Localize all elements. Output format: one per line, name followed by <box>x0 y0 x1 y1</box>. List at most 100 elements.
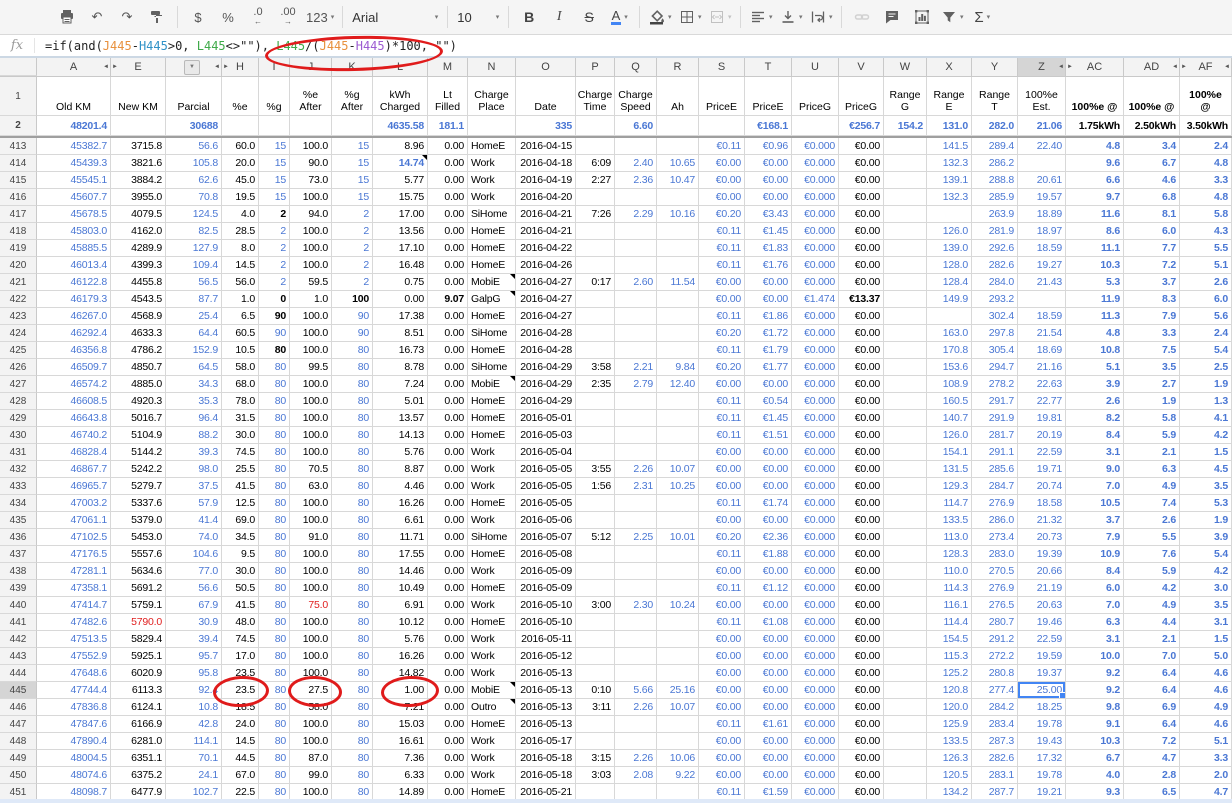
cell-S427[interactable]: €0.00 <box>699 376 745 393</box>
cell-Z429[interactable]: 19.81 <box>1018 410 1066 427</box>
cell-P437[interactable] <box>576 546 615 563</box>
row-header-424[interactable]: 424 <box>0 325 37 342</box>
cell-W437[interactable] <box>884 546 927 563</box>
cell-X418[interactable]: 126.0 <box>927 223 972 240</box>
cell-Y450[interactable]: 283.1 <box>972 767 1018 784</box>
cell-W438[interactable] <box>884 563 927 580</box>
cell-A438[interactable]: 47281.1 <box>37 563 111 580</box>
row-header-437[interactable]: 437 <box>0 546 37 563</box>
column-header-P[interactable]: P <box>576 58 615 76</box>
cell-X415[interactable]: 139.1 <box>927 172 972 189</box>
font-size-select[interactable]: 10▾ <box>453 5 503 29</box>
cell-X2[interactable]: 131.0 <box>927 116 972 136</box>
fill-handle[interactable] <box>1059 692 1066 699</box>
cell-AF432[interactable]: 4.5 <box>1180 461 1232 478</box>
cell-J1[interactable]: %e After <box>290 77 332 116</box>
cell-S441[interactable]: €0.11 <box>699 614 745 631</box>
cell-R420[interactable] <box>657 257 699 274</box>
cell-S429[interactable]: €0.11 <box>699 410 745 427</box>
cell-H425[interactable]: 10.5 <box>222 342 259 359</box>
cell-L424[interactable]: 8.51 <box>373 325 428 342</box>
cell-V431[interactable]: €0.00 <box>839 444 884 461</box>
column-header-I[interactable]: I <box>259 58 290 76</box>
cell-Z449[interactable]: 17.32 <box>1018 750 1066 767</box>
cell-N432[interactable]: Work <box>468 461 516 478</box>
cell-J432[interactable]: 70.5 <box>290 461 332 478</box>
cell-U433[interactable]: €0.000 <box>792 478 839 495</box>
cell-U435[interactable]: €0.000 <box>792 512 839 529</box>
cell-G434[interactable]: 57.9 <box>166 495 222 512</box>
cell-X448[interactable]: 133.5 <box>927 733 972 750</box>
cell-Q419[interactable] <box>615 240 657 257</box>
cell-U440[interactable]: €0.000 <box>792 597 839 614</box>
cell-AD420[interactable]: 7.2 <box>1124 257 1180 274</box>
cell-E417[interactable]: 4079.5 <box>111 206 166 223</box>
cell-I445[interactable]: 80 <box>259 682 290 699</box>
cell-R421[interactable]: 11.54 <box>657 274 699 291</box>
cell-R1[interactable]: Ah <box>657 77 699 116</box>
cell-O425[interactable]: 2016-04-28 <box>516 342 576 359</box>
cell-A439[interactable]: 47358.1 <box>37 580 111 597</box>
cell-AC431[interactable]: 3.1 <box>1066 444 1124 461</box>
cell-M413[interactable]: 0.00 <box>428 138 468 155</box>
row-header-422[interactable]: 422 <box>0 291 37 308</box>
cell-G444[interactable]: 95.8 <box>166 665 222 682</box>
cell-V443[interactable]: €0.00 <box>839 648 884 665</box>
cell-AF439[interactable]: 3.0 <box>1180 580 1232 597</box>
fill-color-button[interactable]: ▾ <box>645 5 675 29</box>
cell-T439[interactable]: €1.12 <box>745 580 792 597</box>
cell-Z445[interactable]: 25.00 <box>1018 682 1066 699</box>
vertical-align-button[interactable]: ▾ <box>776 5 806 29</box>
cell-G442[interactable]: 39.4 <box>166 631 222 648</box>
cell-AC421[interactable]: 5.3 <box>1066 274 1124 291</box>
cell-M416[interactable]: 0.00 <box>428 189 468 206</box>
row-header-420[interactable]: 420 <box>0 257 37 274</box>
cell-J431[interactable]: 100.0 <box>290 444 332 461</box>
cell-T443[interactable]: €0.00 <box>745 648 792 665</box>
row-header-429[interactable]: 429 <box>0 410 37 427</box>
cell-L435[interactable]: 6.61 <box>373 512 428 529</box>
cell-V439[interactable]: €0.00 <box>839 580 884 597</box>
horizontal-align-button[interactable]: ▾ <box>746 5 776 29</box>
cell-T426[interactable]: €1.77 <box>745 359 792 376</box>
cell-S449[interactable]: €0.00 <box>699 750 745 767</box>
cell-U418[interactable]: €0.000 <box>792 223 839 240</box>
cell-Q440[interactable]: 2.30 <box>615 597 657 614</box>
cell-X436[interactable]: 113.0 <box>927 529 972 546</box>
cell-O422[interactable]: 2016-04-27 <box>516 291 576 308</box>
cell-Q416[interactable] <box>615 189 657 206</box>
cell-E2[interactable] <box>111 116 166 136</box>
cell-P423[interactable] <box>576 308 615 325</box>
cell-AF417[interactable]: 5.8 <box>1180 206 1232 223</box>
cell-J434[interactable]: 100.0 <box>290 495 332 512</box>
cell-W439[interactable] <box>884 580 927 597</box>
cell-T421[interactable]: €0.00 <box>745 274 792 291</box>
cell-AF446[interactable]: 4.9 <box>1180 699 1232 716</box>
cell-U445[interactable]: €0.000 <box>792 682 839 699</box>
bold-button[interactable]: B <box>514 5 544 29</box>
cell-V442[interactable]: €0.00 <box>839 631 884 648</box>
cell-V418[interactable]: €0.00 <box>839 223 884 240</box>
cell-P417[interactable]: 7:26 <box>576 206 615 223</box>
cell-Y439[interactable]: 276.9 <box>972 580 1018 597</box>
cell-Q417[interactable]: 2.29 <box>615 206 657 223</box>
cell-I448[interactable]: 80 <box>259 733 290 750</box>
cell-E427[interactable]: 4885.0 <box>111 376 166 393</box>
cell-O415[interactable]: 2016-04-19 <box>516 172 576 189</box>
cell-N1[interactable]: Charge Place <box>468 77 516 116</box>
cell-K438[interactable]: 80 <box>332 563 373 580</box>
column-header-Q[interactable]: Q <box>615 58 657 76</box>
cell-O2[interactable]: 335 <box>516 116 576 136</box>
cell-AD442[interactable]: 2.1 <box>1124 631 1180 648</box>
cell-H436[interactable]: 34.5 <box>222 529 259 546</box>
cell-N448[interactable]: Work <box>468 733 516 750</box>
cell-I420[interactable]: 2 <box>259 257 290 274</box>
cell-J429[interactable]: 100.0 <box>290 410 332 427</box>
cell-Z447[interactable]: 19.78 <box>1018 716 1066 733</box>
cell-G426[interactable]: 64.5 <box>166 359 222 376</box>
cell-AF441[interactable]: 3.1 <box>1180 614 1232 631</box>
cell-O448[interactable]: 2016-05-17 <box>516 733 576 750</box>
cell-I2[interactable] <box>259 116 290 136</box>
unhide-columns-right-icon[interactable]: ► <box>223 64 229 70</box>
cell-V435[interactable]: €0.00 <box>839 512 884 529</box>
